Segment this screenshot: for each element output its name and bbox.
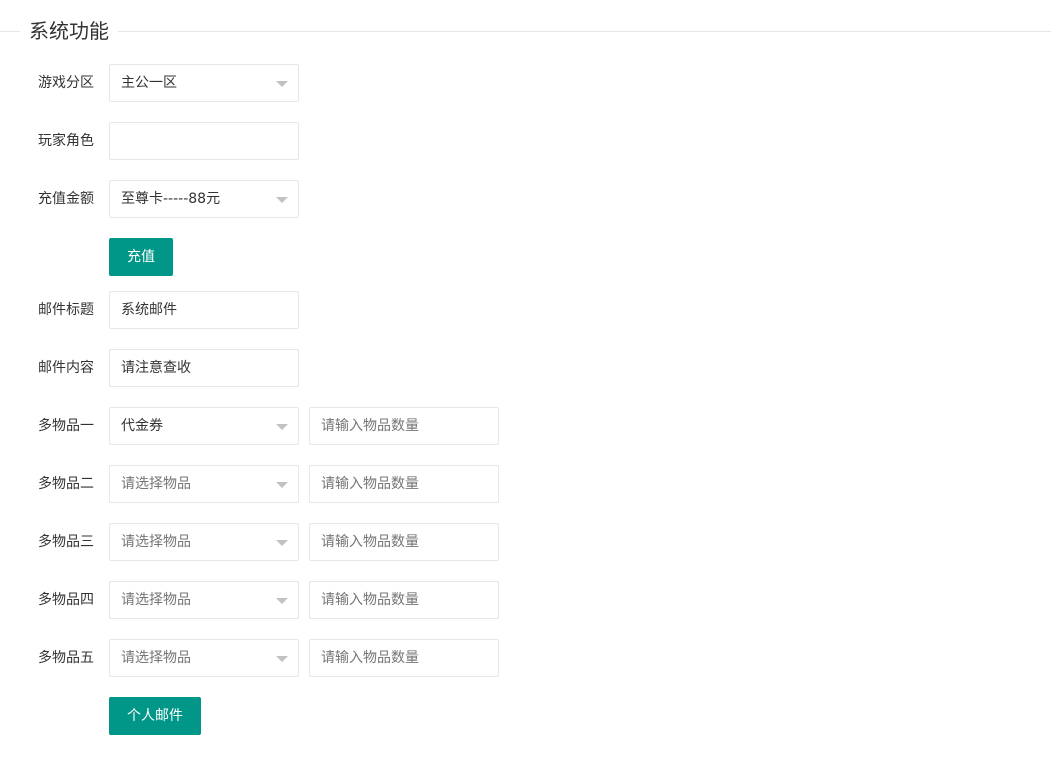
- server-label: 游戏分区: [38, 75, 94, 91]
- item-4-quantity-input[interactable]: 请输入物品数量: [309, 581, 499, 619]
- section-title: 系统功能: [20, 17, 118, 45]
- send-personal-mail-button[interactable]: 个人邮件: [109, 697, 201, 735]
- mail-title-value: 系统邮件: [121, 302, 177, 318]
- mail-content-input[interactable]: 请注意查收: [109, 349, 299, 387]
- item-4-quantity-placeholder: 请输入物品数量: [321, 592, 419, 608]
- chevron-down-icon: [276, 598, 288, 604]
- item-3-quantity-placeholder: 请输入物品数量: [321, 534, 419, 550]
- chevron-down-icon: [276, 540, 288, 546]
- item-5-quantity-input[interactable]: 请输入物品数量: [309, 639, 499, 677]
- amount-select-value: 至尊卡-----88元: [121, 191, 221, 207]
- item-5-quantity-placeholder: 请输入物品数量: [321, 650, 419, 666]
- item-4-select[interactable]: 请选择物品: [109, 581, 299, 619]
- item-3-quantity-input[interactable]: 请输入物品数量: [309, 523, 499, 561]
- system-functions-page: 系统功能 游戏分区 主公一区 玩家角色 充值金额 至尊卡-----88元 充值 …: [0, 0, 1051, 781]
- item-4-label: 多物品四: [38, 592, 94, 608]
- item-1-quantity-input[interactable]: 请输入物品数量: [309, 407, 499, 445]
- item-5-select-placeholder: 请选择物品: [121, 650, 191, 666]
- item-2-label: 多物品二: [38, 476, 94, 492]
- item-2-quantity-placeholder: 请输入物品数量: [321, 476, 419, 492]
- item-1-select[interactable]: 代金券: [109, 407, 299, 445]
- chevron-down-icon: [276, 81, 288, 87]
- chevron-down-icon: [276, 424, 288, 430]
- mail-content-label: 邮件内容: [38, 360, 94, 376]
- item-3-select-placeholder: 请选择物品: [121, 534, 191, 550]
- item-5-select[interactable]: 请选择物品: [109, 639, 299, 677]
- item-2-quantity-input[interactable]: 请输入物品数量: [309, 465, 499, 503]
- recharge-button[interactable]: 充值: [109, 238, 173, 276]
- mail-title-label: 邮件标题: [38, 302, 94, 318]
- chevron-down-icon: [276, 656, 288, 662]
- server-select-value: 主公一区: [121, 75, 177, 91]
- item-3-select[interactable]: 请选择物品: [109, 523, 299, 561]
- role-label: 玩家角色: [38, 133, 94, 149]
- amount-label: 充值金额: [38, 191, 94, 207]
- section-divider: [0, 31, 1051, 32]
- amount-select[interactable]: 至尊卡-----88元: [109, 180, 299, 218]
- mail-content-value: 请注意查收: [121, 360, 191, 376]
- item-2-select-placeholder: 请选择物品: [121, 476, 191, 492]
- chevron-down-icon: [276, 482, 288, 488]
- item-1-select-value: 代金券: [121, 418, 163, 434]
- server-select[interactable]: 主公一区: [109, 64, 299, 102]
- item-3-label: 多物品三: [38, 534, 94, 550]
- item-4-select-placeholder: 请选择物品: [121, 592, 191, 608]
- item-1-label: 多物品一: [38, 418, 94, 434]
- item-5-label: 多物品五: [38, 650, 94, 666]
- item-2-select[interactable]: 请选择物品: [109, 465, 299, 503]
- mail-title-input[interactable]: 系统邮件: [109, 291, 299, 329]
- item-1-quantity-placeholder: 请输入物品数量: [321, 418, 419, 434]
- role-input[interactable]: [109, 122, 299, 160]
- chevron-down-icon: [276, 197, 288, 203]
